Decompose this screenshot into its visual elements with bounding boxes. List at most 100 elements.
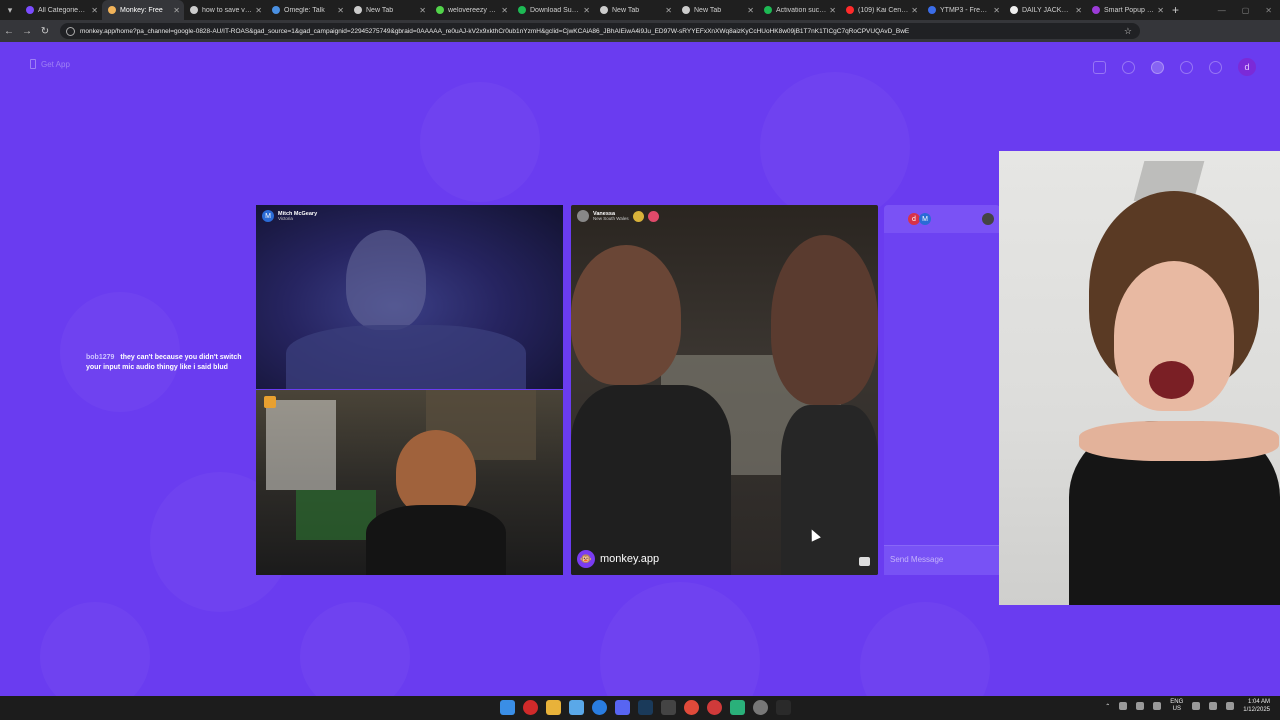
participant-chip[interactable]: M bbox=[919, 213, 931, 225]
mic-icon[interactable] bbox=[1153, 702, 1162, 710]
user-tag: Vanessa New South Wales bbox=[577, 210, 659, 222]
discord-icon[interactable] bbox=[615, 700, 630, 715]
tab-close-icon[interactable]: ✕ bbox=[91, 6, 98, 15]
reload-icon[interactable]: ↻ bbox=[36, 26, 54, 37]
windows-taskbar: ⌃ ENG US 1:04 AM 1/12/2025 bbox=[0, 696, 1280, 720]
browser-tab[interactable]: Smart Popup Blo ✕ bbox=[1086, 0, 1168, 20]
coin-icon[interactable] bbox=[1151, 60, 1164, 74]
browser-tab[interactable]: how to save vod ✕ bbox=[184, 0, 266, 20]
tab-close-icon[interactable]: ✕ bbox=[911, 6, 918, 15]
history-icon[interactable] bbox=[1180, 60, 1193, 74]
monkey-watermark: 🐵 monkey.app bbox=[577, 550, 659, 568]
browser-tab[interactable]: Activation succe ✕ bbox=[758, 0, 840, 20]
browser-tab[interactable]: (109) Kai Cenat Il ✕ bbox=[840, 0, 922, 20]
terminal-icon[interactable] bbox=[776, 700, 791, 715]
site-info-icon[interactable] bbox=[66, 26, 75, 36]
tab-close-icon[interactable]: ✕ bbox=[829, 6, 836, 15]
tab-close-icon[interactable]: ✕ bbox=[993, 6, 1000, 15]
tab-favicon-icon bbox=[1010, 6, 1018, 14]
tab-close-icon[interactable]: ✕ bbox=[747, 6, 754, 15]
clock[interactable]: 1:04 AM 1/12/2025 bbox=[1243, 698, 1270, 714]
chrome-icon[interactable] bbox=[684, 700, 699, 715]
tab-favicon-icon bbox=[846, 6, 854, 14]
browser-tab[interactable]: welovereezy Stre ✕ bbox=[430, 0, 512, 20]
tab-close-icon[interactable]: ✕ bbox=[501, 6, 508, 15]
chrome-profile-icon[interactable] bbox=[707, 700, 722, 715]
captions-icon[interactable] bbox=[859, 557, 870, 566]
browser-tab[interactable]: Monkey: Free ✕ bbox=[102, 0, 184, 20]
tab-close-icon[interactable]: ✕ bbox=[1075, 6, 1082, 15]
tab-title: Omegle: Talk bbox=[284, 6, 325, 14]
url-field[interactable]: monkey.app/home?pa_channel=google-0828-A… bbox=[60, 23, 1140, 39]
tab-close-icon[interactable]: ✕ bbox=[337, 6, 344, 15]
browser-tab[interactable]: Omegle: Talk ✕ bbox=[266, 0, 348, 20]
tab-title: how to save vod bbox=[202, 6, 253, 14]
participant-avatar-icon[interactable] bbox=[982, 213, 994, 225]
settings-icon[interactable] bbox=[753, 700, 768, 715]
tab-favicon-icon bbox=[600, 6, 608, 14]
get-app-link[interactable]: Get App bbox=[30, 59, 70, 69]
tab-favicon-icon bbox=[190, 6, 198, 14]
chat-username: bob1279 bbox=[86, 354, 115, 361]
copilot-icon[interactable] bbox=[569, 700, 584, 715]
tab-title: Download Succe bbox=[530, 6, 581, 14]
top-nav-icons: d bbox=[1093, 58, 1256, 76]
battery-icon[interactable] bbox=[1226, 702, 1235, 710]
forward-icon[interactable]: → bbox=[18, 26, 36, 37]
tab-title: welovereezy Stre bbox=[448, 6, 499, 14]
browser-tab[interactable]: All Categories - T ✕ bbox=[20, 0, 102, 20]
back-icon[interactable]: ← bbox=[0, 26, 18, 37]
browser-tab[interactable]: DAILY JACKPOTS!✕ bbox=[1004, 0, 1086, 20]
badge-icon bbox=[632, 210, 644, 222]
app-icon[interactable] bbox=[661, 700, 676, 715]
maximize-icon[interactable]: ▢ bbox=[1242, 6, 1250, 15]
minimize-icon[interactable]: — bbox=[1218, 6, 1226, 15]
tab-close-icon[interactable]: ✕ bbox=[665, 6, 672, 15]
opera-icon[interactable] bbox=[523, 700, 538, 715]
shop-icon[interactable] bbox=[1093, 60, 1106, 74]
monkey-app-page: Get App d bob1279 they can't because you… bbox=[0, 42, 1280, 696]
close-window-icon[interactable]: ✕ bbox=[1265, 6, 1272, 15]
tab-search-icon[interactable]: ▾ bbox=[0, 0, 20, 20]
browser-tab[interactable]: YTMP3 - Free Yo ✕ bbox=[922, 0, 1004, 20]
user-location: New South Wales bbox=[593, 215, 629, 221]
steam-icon[interactable] bbox=[638, 700, 653, 715]
tab-title: Activation succe bbox=[776, 6, 827, 14]
tab-close-icon[interactable]: ✕ bbox=[1157, 6, 1164, 15]
volume-icon[interactable] bbox=[1209, 702, 1218, 710]
chat-header: d M bbox=[884, 205, 1000, 233]
start-icon[interactable] bbox=[500, 700, 515, 715]
wifi-icon[interactable] bbox=[1192, 702, 1201, 710]
send-message-input[interactable]: Send Message bbox=[884, 545, 1000, 575]
tab-title: New Tab bbox=[366, 6, 394, 14]
clock-date: 1/12/2025 bbox=[1243, 707, 1270, 713]
taskbar-apps bbox=[500, 700, 791, 715]
bookmark-star-icon[interactable]: ☆ bbox=[1124, 26, 1132, 37]
tray-app-icon[interactable] bbox=[1119, 702, 1128, 710]
browser-tab[interactable]: New Tab ✕ bbox=[676, 0, 758, 20]
edge-icon[interactable] bbox=[592, 700, 607, 715]
tab-title: (109) Kai Cenat Il bbox=[858, 6, 909, 14]
streamer-webcam-overlay bbox=[999, 151, 1280, 605]
onedrive-icon[interactable] bbox=[1136, 702, 1145, 710]
browser-tab[interactable]: New Tab ✕ bbox=[348, 0, 430, 20]
language-indicator[interactable]: ENG US bbox=[1170, 699, 1183, 713]
new-tab-button[interactable]: + bbox=[1172, 3, 1179, 17]
browser-tab[interactable]: Download Succe ✕ bbox=[512, 0, 594, 20]
tab-close-icon[interactable]: ✕ bbox=[173, 6, 180, 15]
remote-video-top-left: M Mitch McGeary Victoria bbox=[256, 205, 563, 389]
tray-chevron-icon[interactable]: ⌃ bbox=[1105, 703, 1110, 710]
messages-icon[interactable] bbox=[1209, 60, 1222, 74]
browser-tab[interactable]: New Tab ✕ bbox=[594, 0, 676, 20]
tab-close-icon[interactable]: ✕ bbox=[583, 6, 590, 15]
tab-close-icon[interactable]: ✕ bbox=[255, 6, 262, 15]
get-app-label: Get App bbox=[41, 59, 70, 69]
browser-tab-bar: ▾ All Categories - T ✕ Monkey: Free ✕ how to… bbox=[0, 0, 1280, 20]
search-icon[interactable] bbox=[1122, 60, 1135, 74]
tab-strip: All Categories - T ✕ Monkey: Free ✕ how to s… bbox=[20, 0, 1168, 20]
file-explorer-icon[interactable] bbox=[546, 700, 561, 715]
brand-name: monkey.app bbox=[600, 553, 660, 565]
obs-icon[interactable] bbox=[730, 700, 745, 715]
user-avatar[interactable]: d bbox=[1238, 58, 1256, 76]
tab-close-icon[interactable]: ✕ bbox=[419, 6, 426, 15]
